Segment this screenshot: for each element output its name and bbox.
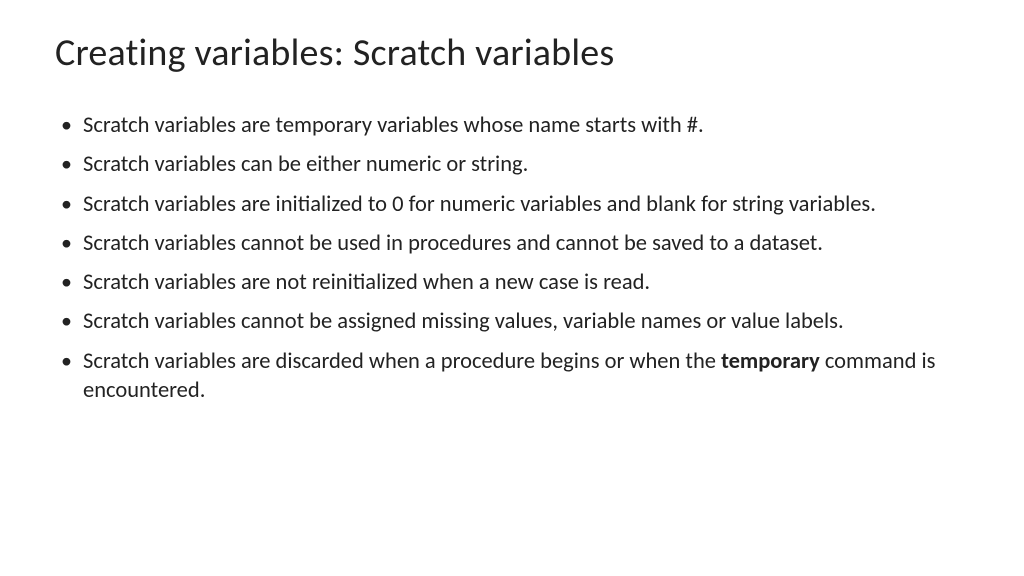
list-item: Scratch variables are temporary variable… (79, 111, 969, 140)
list-item: Scratch variables cannot be used in proc… (79, 229, 969, 258)
bullet-text-bold: temporary (721, 348, 820, 375)
bullet-list: Scratch variables are temporary variable… (55, 111, 969, 405)
bullet-text-pre: Scratch variables are discarded when a p… (83, 348, 721, 375)
list-item: Scratch variables are initialized to 0 f… (79, 190, 969, 219)
slide-title: Creating variables: Scratch variables (55, 30, 969, 76)
list-item: Scratch variables cannot be assigned mis… (79, 307, 969, 336)
list-item: Scratch variables are not reinitialized … (79, 268, 969, 297)
list-item: Scratch variables are discarded when a p… (79, 347, 969, 406)
list-item: Scratch variables can be either numeric … (79, 150, 969, 179)
